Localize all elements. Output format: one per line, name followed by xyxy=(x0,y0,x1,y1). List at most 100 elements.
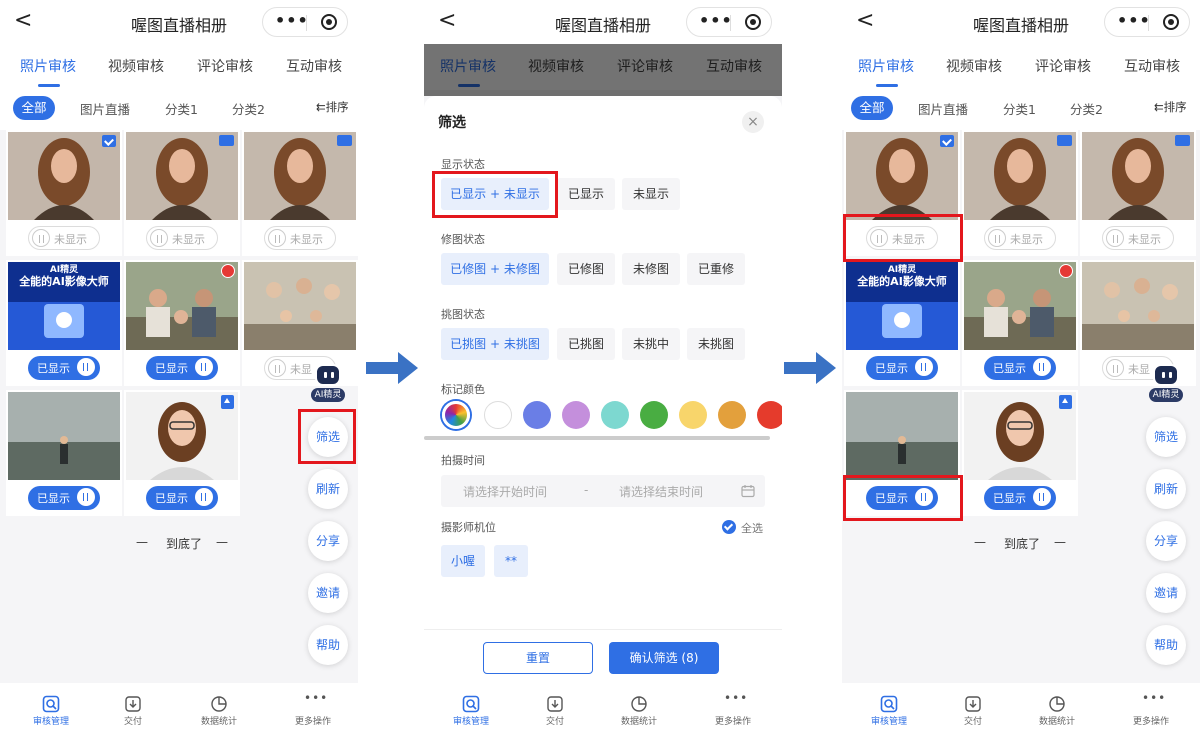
category-2[interactable]: 分类2 xyxy=(1070,99,1103,118)
category-live[interactable]: 图片直播 xyxy=(918,99,968,118)
photo-card[interactable]: AI精灵 全能的AI影像大师 已显示 xyxy=(6,260,122,386)
sort-button[interactable]: ⇇排序 xyxy=(316,99,349,115)
photo-card[interactable]: 已显示 xyxy=(962,260,1078,386)
display-toggle[interactable]: 已显示 xyxy=(866,356,938,380)
nav-statistics[interactable]: 数据统计 xyxy=(1022,683,1092,736)
photographer-masked[interactable]: ** xyxy=(494,545,528,577)
filter-fab[interactable]: 筛选 xyxy=(1146,417,1186,457)
tab-video-review[interactable]: 视频审核 xyxy=(946,56,1002,76)
option-displayed[interactable]: 已显示 xyxy=(557,178,615,210)
color-swatch-white[interactable] xyxy=(484,401,512,429)
nav-delivery[interactable]: 交付 xyxy=(520,683,590,736)
nav-review-management[interactable]: 审核管理 xyxy=(16,683,86,736)
photo-card[interactable]: 未显示 xyxy=(124,130,240,256)
more-dots-icon[interactable]: ••• xyxy=(275,11,309,30)
category-all[interactable]: 全部 xyxy=(13,96,55,120)
nav-delivery[interactable]: 交付 xyxy=(98,683,168,736)
color-swatch-teal[interactable] xyxy=(601,401,629,429)
ai-assistant-button[interactable]: AI精灵 xyxy=(311,364,345,404)
photo-card[interactable]: 未显示 xyxy=(6,130,122,256)
color-scrollbar[interactable] xyxy=(424,436,770,440)
tab-interaction-review[interactable]: 互动审核 xyxy=(1124,56,1180,76)
photographer-xiaowo[interactable]: 小喔 xyxy=(441,545,485,577)
end-time-placeholder[interactable]: 请选择结束时间 xyxy=(619,483,703,500)
ai-assistant-button[interactable]: AI精灵 xyxy=(1149,364,1183,404)
category-live[interactable]: 图片直播 xyxy=(80,99,130,118)
photo-card[interactable]: 未显示 xyxy=(962,130,1078,256)
display-toggle[interactable]: 已显示 xyxy=(146,486,218,510)
photo-card[interactable]: 未显示 xyxy=(242,130,358,256)
color-swatch-all[interactable] xyxy=(442,401,470,429)
photo-card[interactable]: 已显示 xyxy=(962,390,1078,516)
photo-card[interactable]: AI精灵 全能的AI影像大师 已显示 xyxy=(844,260,960,386)
photo-card[interactable]: 已显示 xyxy=(124,260,240,386)
display-toggle[interactable]: 未显示 xyxy=(1102,226,1174,250)
nav-review-management[interactable]: 审核管理 xyxy=(854,683,924,736)
nav-statistics[interactable]: 数据统计 xyxy=(604,683,674,736)
tab-video-review[interactable]: 视频审核 xyxy=(108,56,164,76)
photo-card[interactable]: 未显示 xyxy=(1080,130,1196,256)
tab-photo-review[interactable]: 照片审核 xyxy=(858,56,914,76)
display-toggle[interactable]: 未显示 xyxy=(146,226,218,250)
share-fab[interactable]: 分享 xyxy=(1146,521,1186,561)
option-re-retouched[interactable]: 已重修 xyxy=(687,253,745,285)
sort-button[interactable]: ⇇排序 xyxy=(1154,99,1187,115)
display-toggle[interactable]: 已显示 xyxy=(984,486,1056,510)
option-not-picked[interactable]: 未挑图 xyxy=(687,328,745,360)
category-1[interactable]: 分类1 xyxy=(1003,99,1036,118)
close-icon[interactable]: × xyxy=(742,111,764,133)
nav-more[interactable]: ••• 更多操作 xyxy=(278,683,348,736)
color-swatch-purple[interactable] xyxy=(562,401,590,429)
option-retouched[interactable]: 已修图 xyxy=(557,253,615,285)
invite-fab[interactable]: 邀请 xyxy=(1146,573,1186,613)
invite-fab[interactable]: 邀请 xyxy=(308,573,348,613)
close-target-icon[interactable] xyxy=(745,14,761,30)
close-target-icon[interactable] xyxy=(1163,14,1179,30)
share-fab[interactable]: 分享 xyxy=(308,521,348,561)
tab-comment-review[interactable]: 评论审核 xyxy=(197,56,253,76)
help-fab[interactable]: 帮助 xyxy=(308,625,348,665)
nav-more[interactable]: ••• 更多操作 xyxy=(1116,683,1186,736)
more-dots-icon[interactable]: ••• xyxy=(699,11,733,30)
color-swatch-orange[interactable] xyxy=(718,401,746,429)
confirm-filter-button[interactable]: 确认筛选 (8) xyxy=(609,642,719,674)
color-swatch-red[interactable] xyxy=(757,401,782,429)
option-not-retouched[interactable]: 未修图 xyxy=(622,253,680,285)
category-1[interactable]: 分类1 xyxy=(165,99,198,118)
display-toggle[interactable]: 已显示 xyxy=(28,356,100,380)
color-swatch-green[interactable] xyxy=(640,401,668,429)
modal-overlay[interactable] xyxy=(424,44,782,96)
category-all[interactable]: 全部 xyxy=(851,96,893,120)
display-toggle[interactable]: 已显示 xyxy=(984,356,1056,380)
close-target-icon[interactable] xyxy=(321,14,337,30)
option-not-chosen[interactable]: 未挑中 xyxy=(622,328,680,360)
display-toggle[interactable]: 未显示 xyxy=(28,226,100,250)
refresh-fab[interactable]: 刷新 xyxy=(1146,469,1186,509)
photo-card[interactable]: 已显示 xyxy=(124,390,240,516)
display-toggle[interactable]: 已显示 xyxy=(28,486,100,510)
display-toggle[interactable]: 未显示 xyxy=(264,226,336,250)
nav-review-management[interactable]: 审核管理 xyxy=(436,683,506,736)
color-swatch-yellow[interactable] xyxy=(679,401,707,429)
start-time-placeholder[interactable]: 请选择开始时间 xyxy=(463,483,547,500)
display-toggle[interactable]: 未显示 xyxy=(984,226,1056,250)
refresh-fab[interactable]: 刷新 xyxy=(308,469,348,509)
reset-button[interactable]: 重置 xyxy=(483,642,593,674)
option-not-displayed[interactable]: 未显示 xyxy=(622,178,680,210)
option-picked[interactable]: 已挑图 xyxy=(557,328,615,360)
tab-interaction-review[interactable]: 互动审核 xyxy=(286,56,342,76)
nav-statistics[interactable]: 数据统计 xyxy=(184,683,254,736)
select-all-check-icon[interactable] xyxy=(722,520,736,534)
display-toggle[interactable]: 已显示 xyxy=(146,356,218,380)
tab-photo-review[interactable]: 照片审核 xyxy=(20,56,76,76)
tab-comment-review[interactable]: 评论审核 xyxy=(1035,56,1091,76)
option-retouch-all[interactable]: 已修图 + 未修图 xyxy=(441,253,549,285)
color-swatch-blue[interactable] xyxy=(523,401,551,429)
category-2[interactable]: 分类2 xyxy=(232,99,265,118)
option-pick-all[interactable]: 已挑图 + 未挑图 xyxy=(441,328,549,360)
nav-more[interactable]: ••• 更多操作 xyxy=(698,683,768,736)
more-dots-icon[interactable]: ••• xyxy=(1117,11,1151,30)
photo-card[interactable]: 已显示 xyxy=(6,390,122,516)
select-all-label[interactable]: 全选 xyxy=(741,520,763,536)
date-range-input[interactable]: 请选择开始时间 - 请选择结束时间 xyxy=(441,475,765,507)
